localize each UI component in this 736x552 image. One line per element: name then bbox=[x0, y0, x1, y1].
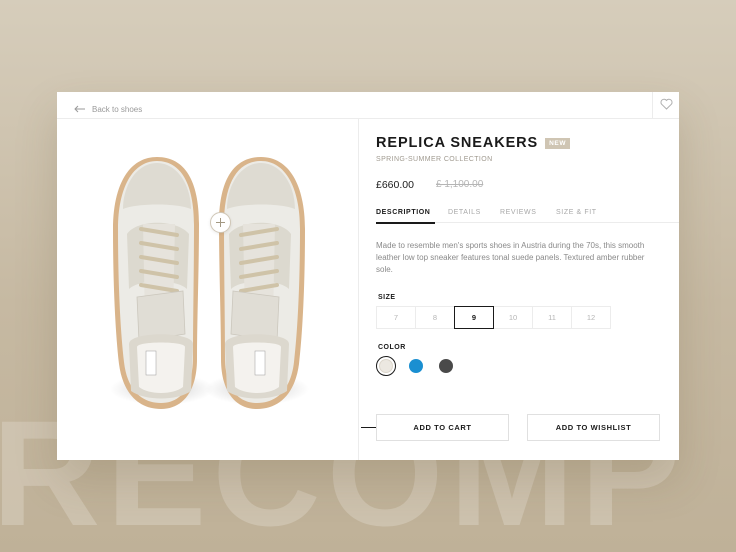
current-price: £660.00 bbox=[376, 179, 414, 191]
tab-size-fit[interactable]: SIZE & FIT bbox=[556, 209, 597, 216]
top-bar: Back to shoes bbox=[57, 92, 679, 119]
tab-bar: DESCRIPTION DETAILS REVIEWS SIZE & FIT bbox=[376, 209, 679, 224]
back-link[interactable]: Back to shoes bbox=[74, 100, 142, 118]
active-tab-indicator bbox=[376, 222, 435, 224]
new-badge: NEW bbox=[545, 137, 571, 149]
product-card: Back to shoes REPLICA SNEAKERS NEW SPRIN… bbox=[57, 92, 679, 460]
add-to-cart-button[interactable]: ADD TO CART bbox=[376, 414, 509, 441]
size-option-7[interactable]: 7 bbox=[376, 306, 416, 329]
color-swatch-blue[interactable] bbox=[406, 356, 426, 376]
color-label: COLOR bbox=[378, 344, 406, 351]
tab-reviews[interactable]: REVIEWS bbox=[500, 209, 536, 216]
size-option-11[interactable]: 11 bbox=[532, 306, 572, 329]
sneakers-illustration bbox=[110, 157, 309, 409]
size-option-12[interactable]: 12 bbox=[571, 306, 611, 329]
product-image bbox=[57, 119, 358, 460]
add-to-wishlist-button[interactable]: ADD TO WISHLIST bbox=[527, 414, 660, 441]
heart-icon bbox=[660, 97, 673, 115]
collection-label: SPRING-SUMMER COLLECTION bbox=[376, 156, 493, 163]
color-swatch-cream[interactable] bbox=[376, 356, 396, 376]
favorite-button[interactable] bbox=[652, 92, 679, 119]
column-divider bbox=[358, 119, 359, 460]
right-shoe bbox=[205, 157, 309, 409]
color-swatch-dark-gray[interactable] bbox=[436, 356, 456, 376]
size-label: SIZE bbox=[378, 294, 396, 301]
old-price: £ 1,100.00 bbox=[436, 179, 484, 190]
product-title: REPLICA SNEAKERS bbox=[376, 135, 539, 151]
color-selector bbox=[376, 356, 456, 376]
product-description: Made to resemble men's sports shoes in A… bbox=[376, 241, 645, 274]
zoom-button[interactable] bbox=[210, 212, 231, 233]
tab-details[interactable]: DETAILS bbox=[448, 209, 481, 216]
left-shoe bbox=[110, 157, 214, 409]
size-selector: 7 8 9 10 11 12 bbox=[376, 306, 611, 329]
arrow-left-icon bbox=[74, 100, 86, 118]
back-link-label: Back to shoes bbox=[92, 104, 143, 114]
size-option-9[interactable]: 9 bbox=[454, 306, 494, 329]
size-option-8[interactable]: 8 bbox=[415, 306, 455, 329]
size-option-10[interactable]: 10 bbox=[493, 306, 533, 329]
title-row: REPLICA SNEAKERS NEW bbox=[376, 135, 571, 151]
tab-description[interactable]: DESCRIPTION bbox=[376, 209, 430, 216]
plus-icon bbox=[216, 214, 225, 232]
